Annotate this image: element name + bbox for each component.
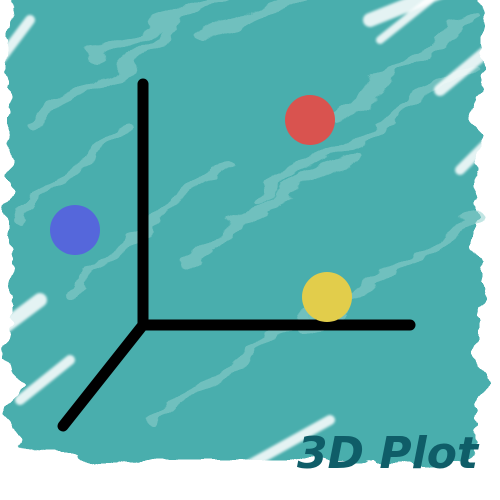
blue-data-point: [50, 205, 100, 255]
sketch-drawing: [0, 0, 500, 475]
red-data-point: [285, 95, 335, 145]
yellow-data-point: [302, 272, 352, 322]
plot-caption: 3D Plot: [296, 428, 478, 479]
sketch-canvas: 3D Plot: [0, 0, 500, 500]
